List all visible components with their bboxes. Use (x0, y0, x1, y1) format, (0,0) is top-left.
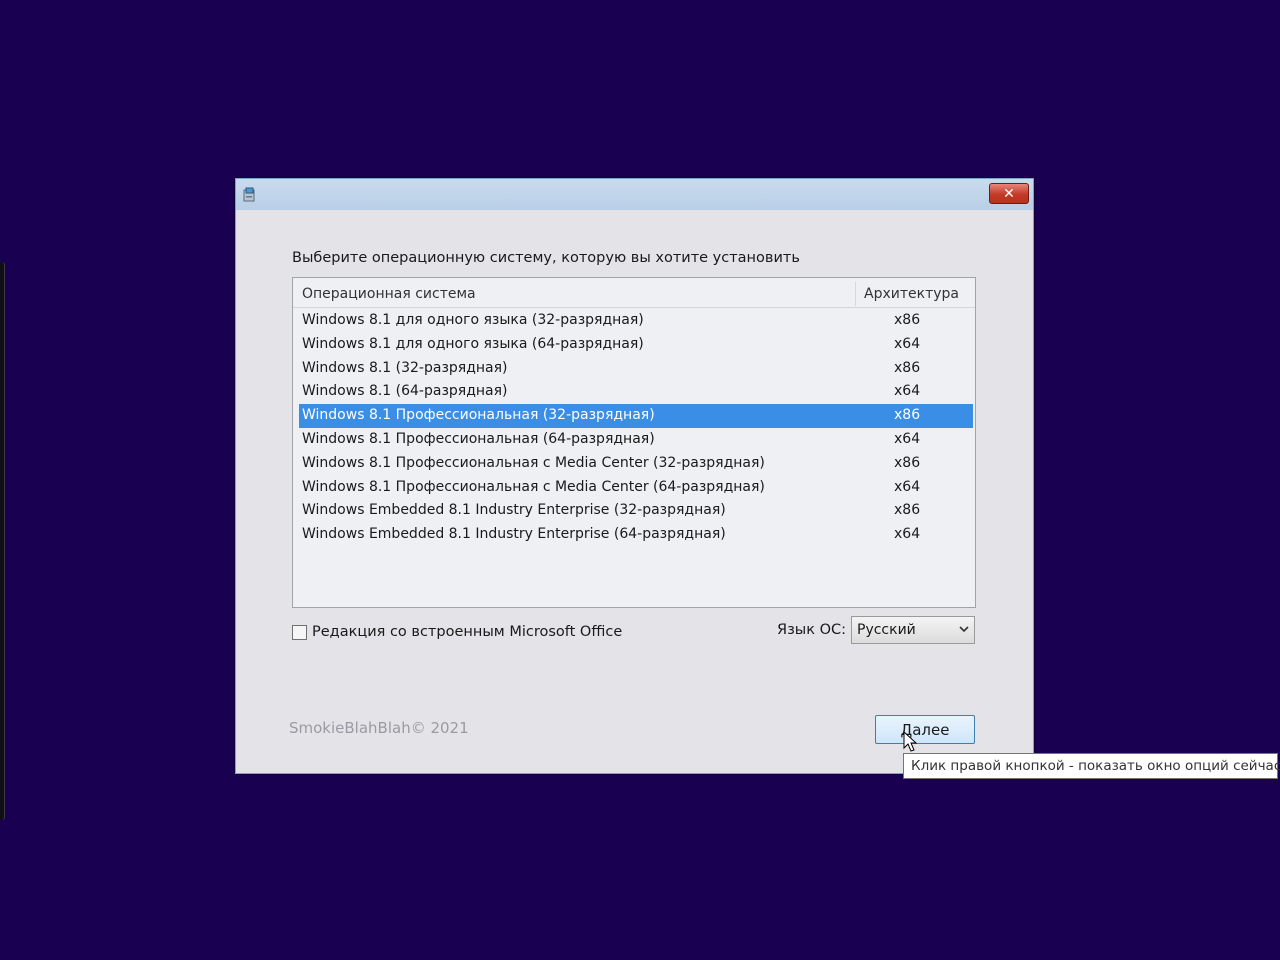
column-header-arch[interactable]: Архитектура (864, 286, 959, 302)
cursor-icon (903, 731, 918, 752)
os-name: Windows 8.1 Профессиональная с Media Cen… (302, 454, 765, 471)
column-separator[interactable] (855, 282, 856, 306)
background-window-edge (0, 262, 5, 820)
title-bar[interactable]: ✕ (236, 179, 1033, 210)
list-item[interactable]: Windows 8.1 для одного языка (32-разрядн… (299, 309, 973, 333)
os-name: Windows 8.1 Профессиональная (64-разрядн… (302, 430, 655, 447)
list-header: Операционная система Архитектура (293, 278, 975, 308)
os-arch: x86 (894, 359, 921, 376)
close-icon: ✕ (1003, 185, 1015, 202)
list-item[interactable]: Windows 8.1 для одного языка (64-разрядн… (299, 333, 973, 357)
os-name: Windows 8.1 Профессиональная (32-разрядн… (302, 407, 655, 424)
os-arch: x64 (894, 430, 921, 447)
list-item[interactable]: Windows 8.1 (32-разрядная) x86 (299, 357, 973, 381)
os-arch: x64 (894, 478, 921, 495)
installer-dialog: ✕ Выберите операционную систему, которую… (235, 178, 1034, 774)
list-item[interactable]: Windows 8.1 Профессиональная с Media Cen… (299, 476, 973, 500)
os-name: Windows 8.1 для одного языка (32-разрядн… (302, 312, 644, 328)
copyright-text: SmokieBlahBlah© 2021 (289, 719, 469, 737)
office-checkbox[interactable] (292, 624, 307, 640)
os-name: Windows 8.1 (64-разрядная) (302, 383, 508, 400)
os-arch: x86 (894, 502, 921, 519)
list-item[interactable]: Windows 8.1 (64-разрядная) x64 (299, 380, 973, 404)
os-name: Windows 8.1 Профессиональная с Media Cen… (302, 478, 765, 495)
list-item[interactable]: Windows 8.1 Профессиональная (32-разрядн… (299, 404, 973, 428)
close-button[interactable]: ✕ (989, 183, 1029, 204)
list-item[interactable]: Windows 8.1 Профессиональная с Media Cen… (299, 452, 973, 476)
os-arch: x64 (894, 383, 921, 400)
os-name: Windows Embedded 8.1 Industry Enterprise… (302, 526, 726, 543)
list-item[interactable]: Windows Embedded 8.1 Industry Enterprise… (299, 499, 973, 523)
list-item[interactable]: Windows Embedded 8.1 Industry Enterprise… (299, 523, 973, 547)
language-value: Русский (857, 622, 916, 638)
list-item[interactable]: Windows 8.1 Профессиональная (64-разрядн… (299, 428, 973, 452)
language-label: Язык ОС: (777, 622, 847, 638)
column-header-os[interactable]: Операционная система (302, 286, 476, 302)
os-arch: x86 (894, 312, 921, 328)
os-arch: x64 (894, 526, 921, 543)
os-arch: x64 (894, 335, 921, 352)
list-rows: Windows 8.1 для одного языка (32-разрядн… (299, 309, 973, 547)
os-name: Windows 8.1 для одного языка (64-разрядн… (302, 335, 644, 352)
os-list[interactable]: Операционная система Архитектура Windows… (292, 277, 976, 608)
chevron-down-icon (959, 626, 969, 633)
prompt-text: Выберите операционную систему, которую в… (292, 250, 800, 266)
next-button[interactable]: Далее (875, 715, 975, 744)
os-name: Windows 8.1 (32-разрядная) (302, 359, 508, 376)
office-edition-option[interactable]: Редакция со встроенным Microsoft Office (292, 622, 622, 642)
office-checkbox-label[interactable]: Редакция со встроенным Microsoft Office (312, 624, 622, 640)
os-arch: x86 (894, 454, 921, 471)
language-select[interactable]: Русский (851, 616, 975, 644)
os-arch: x86 (894, 407, 921, 424)
os-name: Windows Embedded 8.1 Industry Enterprise… (302, 502, 726, 519)
tooltip: Клик правой кнопкой - показать окно опци… (903, 753, 1280, 779)
app-icon (243, 187, 255, 202)
